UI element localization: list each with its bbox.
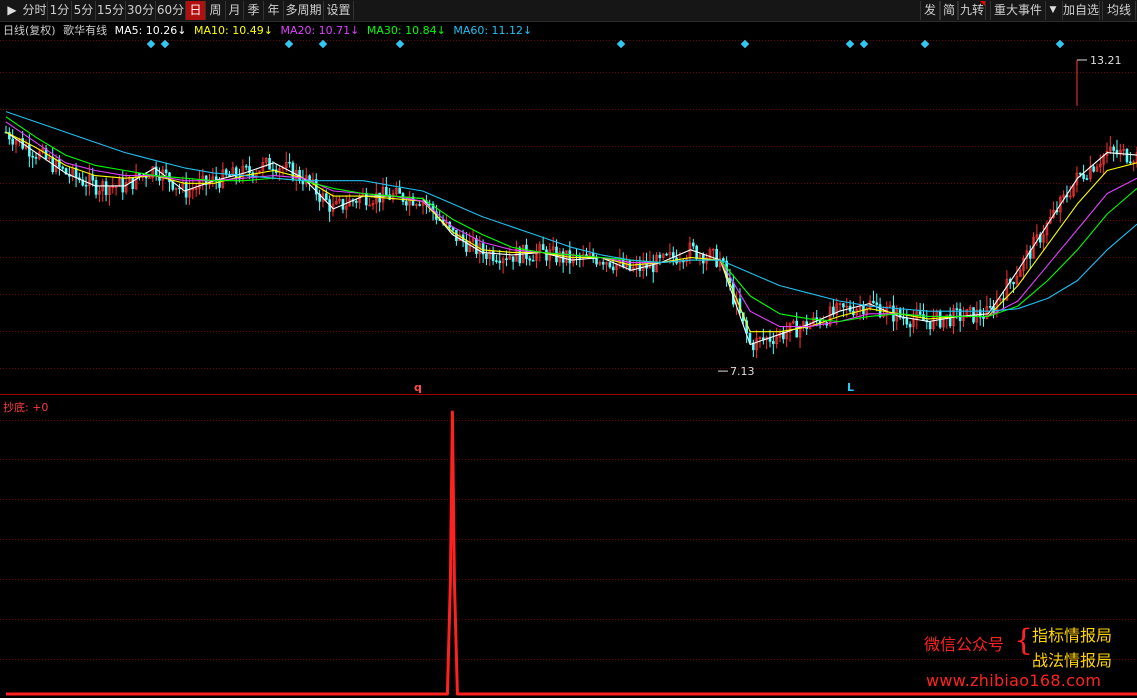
candle-body [34,156,38,159]
ma-line-ma30 [5,116,1137,323]
candle-body [164,169,168,174]
candle-body [918,311,922,315]
candle-body [498,260,502,264]
signal-diamond [740,39,750,49]
candle-body [94,180,98,195]
candle-body [131,176,135,189]
candle-body [608,262,612,268]
candle-body [288,161,291,164]
candlesticks [4,125,1137,359]
candle-body [842,303,845,308]
candle-body [772,341,775,344]
candle-body [511,256,515,262]
signal-diamond [146,39,156,49]
candle-body [365,192,368,206]
signal-diamond [160,39,170,49]
candle-body [1092,166,1095,172]
wechat-label: 微信公众号 [924,635,1005,654]
candle-body [561,251,565,263]
low-price-label: 7.13 [730,365,755,378]
candle-body [715,248,718,267]
signal-diamond [616,39,626,49]
candle-body [1125,148,1129,163]
candle-body [485,253,488,259]
signal-diamond [318,39,328,49]
signal-diamond [395,39,405,49]
candle-body [1078,172,1082,175]
candle-body [61,166,65,169]
candle-body [84,184,88,187]
candle-body [385,186,388,196]
indicator-label: 抄底: +0 [3,399,48,415]
candle-body [595,258,598,265]
candle-body [872,300,875,304]
candle-body [875,302,879,305]
candle-body [665,253,668,256]
ma-line-ma60 [5,111,1137,312]
candle-body [104,181,108,195]
price-annotations: 13.21 7.13 q L [414,54,1122,394]
brand-name-1: 指标情报局 [1032,626,1113,645]
candle-body [905,318,909,325]
candle-body [495,260,498,262]
candle-body [1082,173,1085,179]
candle-body [31,155,34,158]
signal-diamond [920,39,930,49]
candle-body [324,193,328,200]
candle-body [908,323,912,328]
grid-lines [0,40,1137,660]
candle-body [355,200,358,203]
chart-canvas[interactable]: 13.21 7.13 q L [0,0,1137,698]
candle-body [91,174,95,181]
candle-body [658,254,662,259]
candle-body [455,229,458,242]
q-marker: q [414,381,422,394]
signal-diamond [859,39,869,49]
ma-line-ma5 [5,131,1137,346]
candle-body [611,266,615,271]
watermark: 微信公众号 { 指标情报局 战法情报局 www.zhibiao168.com [922,621,1132,691]
candle-body [988,306,992,308]
candle-body [398,188,401,194]
candle-body [405,201,408,206]
candle-body [11,138,14,145]
signal-diamond [1055,39,1065,49]
candle-body [531,259,535,262]
high-price-label: 13.21 [1090,54,1122,67]
candle-body [528,258,532,261]
candle-body [545,249,548,261]
ma-line-ma20 [5,121,1137,328]
candle-body [525,244,528,259]
candle-body [601,261,605,265]
candle-body [585,254,588,256]
ma-line-ma10 [5,131,1137,333]
candle-body [541,244,545,251]
candle-body [691,242,695,247]
l-marker: L [847,381,854,394]
candle-body [955,308,959,310]
indicator-value: 抄底: +0 [3,401,49,414]
candle-body [418,204,421,206]
watermark-url: www.zhibiao168.com [926,671,1102,690]
candle-body [28,144,31,157]
signal-markers [146,39,1065,49]
candle-body [1085,178,1089,180]
brace-glyph: { [1014,623,1034,658]
signal-diamond [845,39,855,49]
candle-body [505,258,508,260]
signal-diamond [284,39,294,49]
candle-body [928,321,932,330]
brand-name-2: 战法情报局 [1032,651,1113,670]
candle-body [982,316,985,319]
candle-body [1012,281,1015,285]
candle-body [148,177,151,179]
candle-body [1129,161,1132,164]
candle-body [1112,146,1115,151]
candle-body [244,165,248,168]
